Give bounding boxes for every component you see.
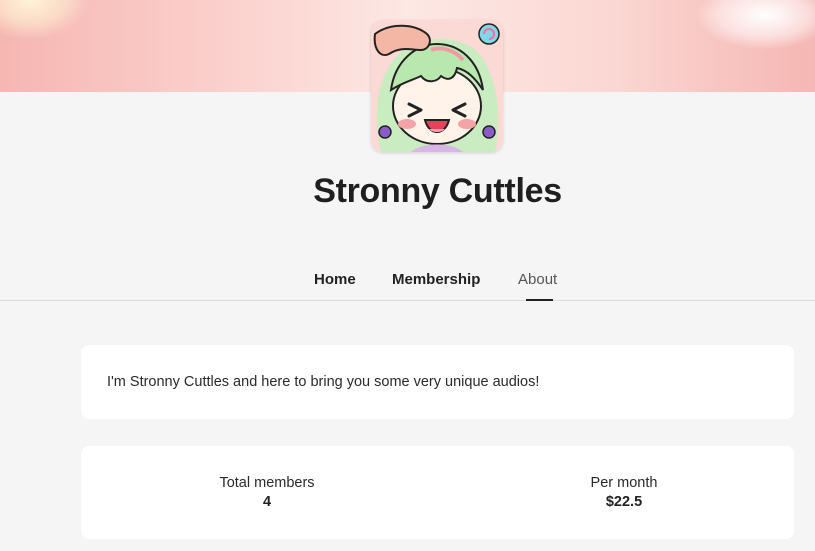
about-description: I'm Stronny Cuttles and here to bring yo… [107, 374, 540, 390]
stat-per-month: Per month $22.5 [524, 475, 724, 510]
about-card: I'm Stronny Cuttles and here to bring yo… [81, 345, 794, 419]
tab-home[interactable]: Home [314, 271, 356, 301]
stat-value: 4 [262, 494, 272, 510]
anime-girl-avatar-icon [371, 20, 503, 152]
page-title: Stronny Cuttles [313, 172, 562, 210]
stat-label: Per month [590, 475, 658, 491]
creator-avatar[interactable] [371, 20, 503, 152]
tab-membership[interactable]: Membership [392, 271, 480, 301]
stat-label: Total members [219, 475, 315, 491]
tab-about[interactable]: About [518, 271, 561, 301]
stat-total-members: Total members 4 [167, 475, 367, 510]
stat-value: $22.5 [605, 494, 643, 510]
stats-card: Total members 4 Per month $22.5 [81, 446, 794, 539]
tab-bar: Home Membership About [0, 268, 815, 301]
